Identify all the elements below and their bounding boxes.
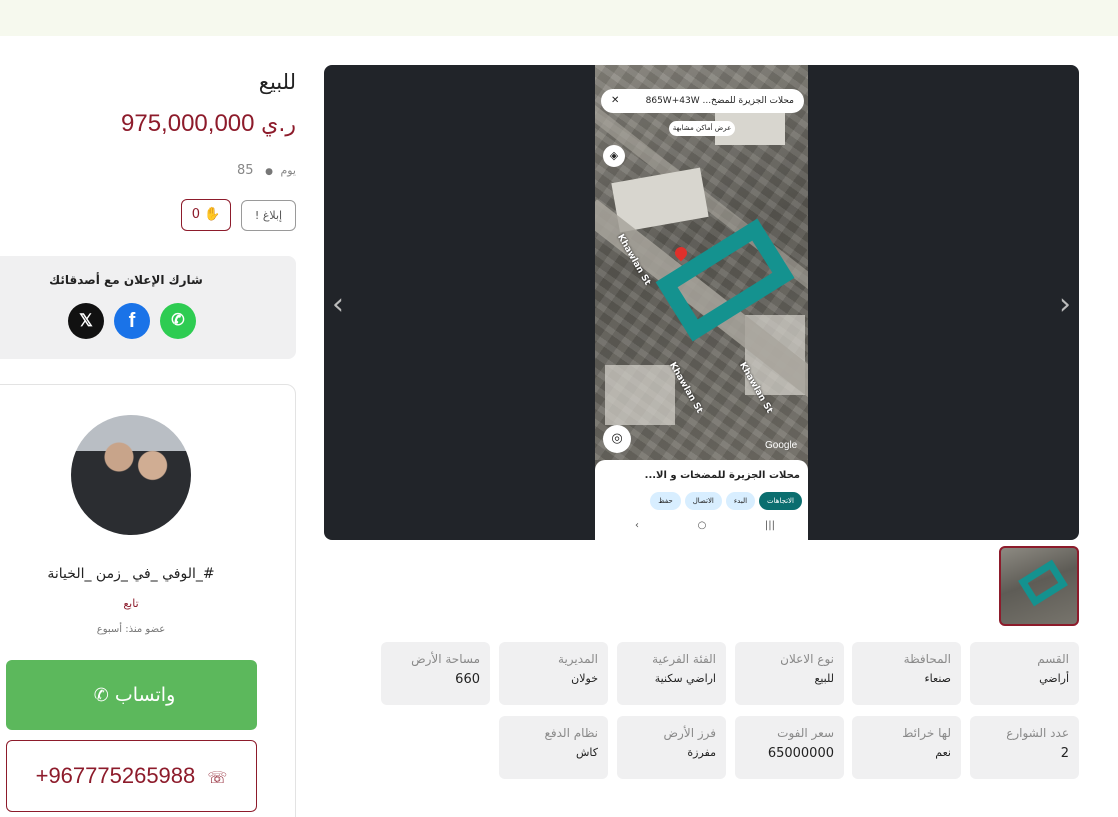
spec-card: عدد الشوارع 2 [970,716,1079,779]
whatsapp-icon: ✆ [93,685,109,706]
spec-card: المحافظة صنعاء [852,642,961,705]
spec-card: لها خرائط نعم [852,716,961,779]
save-chip: حفظ [650,492,681,510]
spec-card: نوع الاعلان للبيع [735,642,844,705]
similar-places-chip: عرض أماكن مشابهة [669,121,735,136]
price-value: 975,000,000 [121,110,255,137]
spec-label: سعر الفوت [777,726,834,740]
top-bar [0,0,1118,36]
spec-label: نوع الاعلان [780,652,834,666]
member-since: عضو منذ: أسبوع [96,624,166,635]
map-screenshot: Khawlan St Khawlan St Khawlan St Google … [595,65,808,460]
avatar[interactable] [71,415,191,535]
spec-card: المديرية خولان [499,642,608,705]
image-gallery[interactable]: Khawlan St Khawlan St Khawlan St Google … [324,65,1079,540]
spec-value: اراضي سكنية [654,672,716,685]
google-watermark: Google [765,440,798,451]
spec-label: لها خرائط [902,726,951,740]
spec-label: القسم [1037,652,1069,666]
gallery-thumbnail[interactable] [999,546,1079,626]
close-icon: ✕ [611,95,620,106]
spec-value: 2 [1060,746,1069,761]
report-label: إبلاغ [262,209,283,222]
spec-value: أراضي [1039,672,1069,685]
view-count: 85 [237,163,254,178]
listing-price: 975,000,000 ر.ي [40,110,296,138]
chevron-left-icon[interactable]: ‹ [332,290,344,320]
spec-label: المديرية [558,652,598,666]
share-title: شارك الإعلان مع أصدقائك [49,273,203,287]
spec-label: مساحة الأرض [411,652,480,666]
spec-value: 65000000 [767,746,834,761]
spec-value: للبيع [814,672,835,685]
place-sheet: محلات الجزيرة للمضخات و الا... الاتجاهات… [595,460,808,540]
locate-icon: ◎ [603,425,631,453]
place-actions: الاتجاهات البدء الاتصال حفظ [601,492,802,510]
phone-nav-bar: ‹ ○ ||| [635,520,775,531]
thumbnail-parcel [1018,559,1068,607]
spec-card: الفئة الفرعية اراضي سكنية [617,642,726,705]
place-title: محلات الجزيرة للمضخات و الا... [644,470,800,481]
spec-value: مفرزة [687,746,716,759]
like-button[interactable]: 0 ✋ [181,199,231,231]
spec-label: المحافظة [903,652,951,666]
whatsapp-label: واتساب [114,684,176,706]
spec-label: نظام الدفع [544,726,599,740]
thumbs-up-icon: ✋ [204,207,221,222]
phone-icon: ☏ [207,770,228,787]
layers-icon: ◈ [603,145,625,167]
spec-card: نظام الدفع كاش [499,716,608,779]
exclamation-icon: ! [254,209,260,222]
map-building [605,365,675,425]
follow-link[interactable]: تابع [0,597,262,610]
eye-icon: ● [265,167,273,177]
spec-label: الفئة الفرعية [652,652,716,666]
spec-value: خولان [571,672,598,685]
home-icon: ○ [697,520,707,531]
spec-card: فرز الأرض مفرزة [617,716,726,779]
price-currency: ر.ي [261,112,296,137]
directions-chip: الاتجاهات [759,492,802,510]
report-button[interactable]: إبلاغ ! [241,200,296,231]
spec-card: القسم أراضي [970,642,1079,705]
back-icon: ‹ [635,520,639,531]
seller-name[interactable]: #_الوفي _في _زمن _الخيانة [0,566,262,582]
spec-card: سعر الفوت 65000000 [735,716,844,779]
spec-card: مساحة الأرض 660 [381,642,490,705]
map-search-text: محلات الجزيرة للمضخ... 865W+43W [645,96,794,106]
facebook-share-icon[interactable]: f [114,303,150,339]
call-button[interactable]: +967775265988 ☏ [6,740,257,812]
spec-label: فرز الأرض [663,726,716,740]
like-count: 0 [191,207,200,222]
whatsapp-button[interactable]: واتساب ✆ [6,660,257,730]
map-search-bar: محلات الجزيرة للمضخ... 865W+43W ✕ [601,89,804,113]
recents-icon: ||| [764,520,775,531]
call-chip: الاتصال [684,492,722,510]
phone-number: +967775265988 [35,763,196,788]
spec-value: كاش [575,746,598,759]
x-share-icon[interactable]: 𝕏 [68,303,104,339]
spec-label: عدد الشوارع [1006,726,1069,740]
share-box: شارك الإعلان مع أصدقائك 𝕏 f ✆ [0,256,296,359]
days-label: يوم [280,164,296,177]
map-pin-icon [672,244,690,262]
listing-type: للبيع [258,70,296,94]
spec-value: نعم [935,746,951,759]
spec-value: صنعاء [924,672,952,685]
whatsapp-share-icon[interactable]: ✆ [160,303,196,339]
chevron-right-icon[interactable]: › [1059,290,1071,320]
listing-meta: 85 ● يوم [200,163,296,178]
start-chip: البدء [725,492,756,510]
listing-photo: Khawlan St Khawlan St Khawlan St Google … [595,65,808,540]
spec-value: 660 [455,672,480,687]
